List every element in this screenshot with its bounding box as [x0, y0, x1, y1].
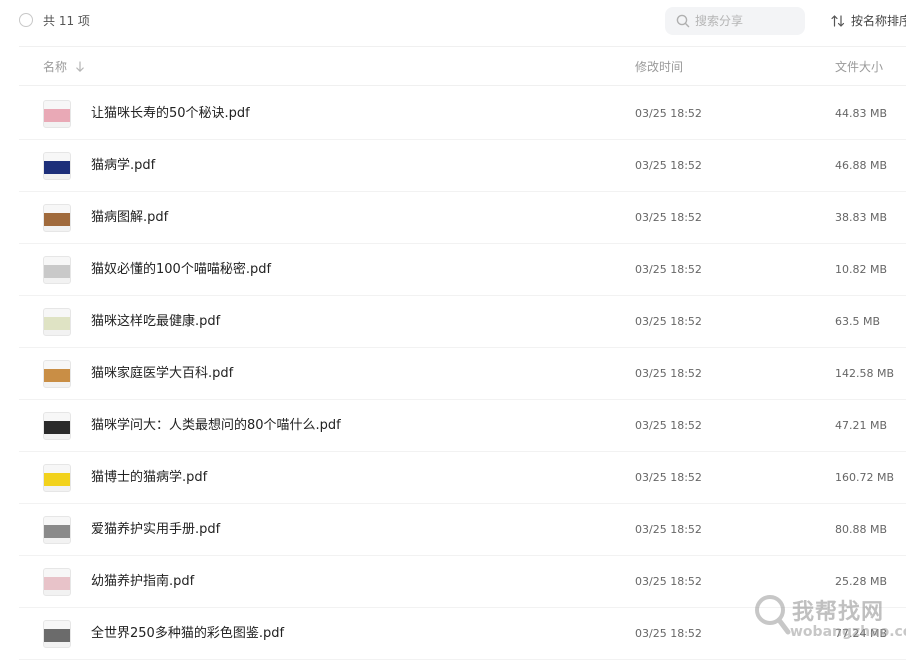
item-count: 共 11 项 — [43, 14, 90, 28]
magnifier-logo-icon — [755, 595, 791, 635]
select-all-checkbox[interactable] — [19, 13, 33, 27]
file-modified-time: 03/25 18:52 — [635, 211, 702, 224]
file-list: 让猫咪长寿的50个秘诀.pdf 03/25 18:52 44.83 MB 猫病学.pd… — [19, 88, 906, 660]
file-row[interactable]: 猫咪这样吃最健康.pdf 03/25 18:52 63.5 MB — [19, 296, 906, 348]
file-modified-time: 03/25 18:52 — [635, 107, 702, 120]
file-modified-time: 03/25 18:52 — [635, 367, 702, 380]
file-row[interactable]: 猫咪学问大：人类最想问的80个喵什么.pdf 03/25 18:52 47.21 M… — [19, 400, 906, 452]
pdf-thumbnail-icon — [43, 100, 71, 128]
sort-down-arrow-icon[interactable] — [75, 61, 85, 73]
column-header-modified[interactable]: 修改时间 — [635, 59, 683, 75]
file-name[interactable]: 爱猫养护实用手册.pdf — [91, 521, 220, 539]
file-row[interactable]: 猫咪家庭医学大百科.pdf 03/25 18:52 142.58 MB — [19, 348, 906, 400]
pdf-thumbnail-icon — [43, 360, 71, 388]
file-name[interactable]: 猫咪学问大：人类最想问的80个喵什么.pdf — [91, 417, 341, 435]
file-row[interactable]: 猫病图解.pdf 03/25 18:52 38.83 MB — [19, 192, 906, 244]
pdf-thumbnail-icon — [43, 256, 71, 284]
column-header-size[interactable]: 文件大小 — [835, 59, 883, 75]
sort-label: 按名称排序 — [851, 14, 906, 28]
file-size: 80.88 MB — [835, 523, 888, 536]
watermark: 我帮找网 wobangzhao.com — [752, 588, 906, 650]
file-row[interactable]: 猫病学.pdf 03/25 18:52 46.88 MB — [19, 140, 906, 192]
file-name[interactable]: 猫咪这样吃最健康.pdf — [91, 313, 220, 331]
file-modified-time: 03/25 18:52 — [635, 419, 702, 432]
pdf-thumbnail-icon — [43, 152, 71, 180]
watermark-text: 我帮找网 — [792, 600, 885, 625]
file-modified-time: 03/25 18:52 — [635, 263, 702, 276]
file-modified-time: 03/25 18:52 — [635, 627, 702, 640]
pdf-thumbnail-icon — [43, 620, 71, 648]
pdf-thumbnail-icon — [43, 308, 71, 336]
table-header: 名称 修改时间 文件大小 — [19, 46, 906, 86]
pdf-thumbnail-icon — [43, 204, 71, 232]
watermark-url: wobangzhao.com — [790, 624, 906, 640]
file-name[interactable]: 猫咪家庭医学大百科.pdf — [91, 365, 233, 383]
search-input[interactable] — [695, 12, 795, 30]
file-size: 160.72 MB — [835, 471, 895, 484]
file-name[interactable]: 幼猫养护指南.pdf — [91, 573, 194, 591]
file-modified-time: 03/25 18:52 — [635, 159, 702, 172]
file-name[interactable]: 猫病图解.pdf — [91, 209, 168, 227]
pdf-thumbnail-icon — [43, 412, 71, 440]
search-box[interactable] — [665, 7, 805, 35]
pdf-thumbnail-icon — [43, 464, 71, 492]
file-size: 142.58 MB — [835, 367, 895, 380]
sort-icon — [831, 15, 845, 27]
file-size: 47.21 MB — [835, 419, 888, 432]
search-icon — [676, 14, 690, 28]
file-modified-time: 03/25 18:52 — [635, 315, 702, 328]
file-name[interactable]: 让猫咪长寿的50个秘诀.pdf — [91, 105, 250, 123]
file-name[interactable]: 猫博士的猫病学.pdf — [91, 469, 207, 487]
file-modified-time: 03/25 18:52 — [635, 575, 702, 588]
pdf-thumbnail-icon — [43, 568, 71, 596]
file-row[interactable]: 爱猫养护实用手册.pdf 03/25 18:52 80.88 MB — [19, 504, 906, 556]
file-modified-time: 03/25 18:52 — [635, 471, 702, 484]
file-name[interactable]: 猫奴必懂的100个喵喵秘密.pdf — [91, 261, 271, 279]
file-name[interactable]: 猫病学.pdf — [91, 157, 155, 175]
file-modified-time: 03/25 18:52 — [635, 523, 702, 536]
file-size: 10.82 MB — [835, 263, 888, 276]
file-size: 38.83 MB — [835, 211, 888, 224]
file-row[interactable]: 猫博士的猫病学.pdf 03/25 18:52 160.72 MB — [19, 452, 906, 504]
file-size: 46.88 MB — [835, 159, 888, 172]
file-row[interactable]: 猫奴必懂的100个喵喵秘密.pdf 03/25 18:52 10.82 MB — [19, 244, 906, 296]
pdf-thumbnail-icon — [43, 516, 71, 544]
column-header-name[interactable]: 名称 — [43, 59, 67, 75]
toolbar: 共 11 项 按名称排序 — [0, 0, 906, 44]
file-row[interactable]: 让猫咪长寿的50个秘诀.pdf 03/25 18:52 44.83 MB — [19, 88, 906, 140]
file-size: 44.83 MB — [835, 107, 888, 120]
file-size: 63.5 MB — [835, 315, 881, 328]
file-name[interactable]: 全世界250多种猫的彩色图鉴.pdf — [91, 625, 284, 643]
